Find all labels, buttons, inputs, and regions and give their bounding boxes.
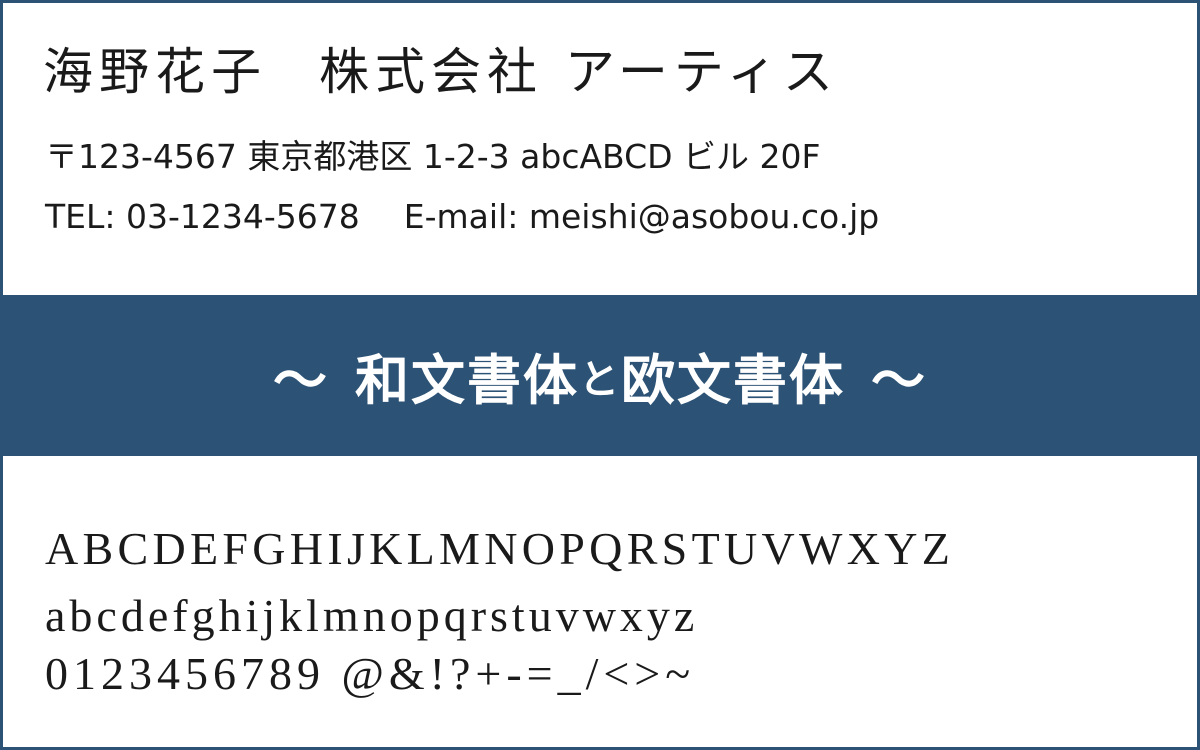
font-sample-card: 海野花子 株式会社 アーティス 〒123-4567 東京都港区 1-2-3 abc…: [0, 0, 1200, 750]
lowercase-sample: abcdefghijklmnopqrstuvwxyz: [45, 590, 699, 641]
uppercase-sample: ABCDEFGHIJKLMNOPQRSTUVWXYZ: [45, 523, 955, 574]
banner-title-japanese: 和文書体: [355, 349, 579, 412]
digits-symbols-sample: 0123456789 @&!?+-=_/<>~: [45, 648, 696, 699]
contact-line: TEL: 03-1234-5678 E-mail: meishi@asobou.c…: [45, 200, 879, 233]
name-line: 海野花子 株式会社 アーティス: [43, 47, 839, 97]
banner-title-western: 欧文書体: [621, 349, 845, 412]
banner-title: ～ 和文書体と欧文書体 ～: [3, 295, 1197, 456]
title-banner: ～ 和文書体と欧文書体 ～: [3, 295, 1197, 456]
person-name: 海野花子: [43, 43, 267, 101]
email: E-mail: meishi@asobou.co.jp: [403, 197, 880, 236]
wave-right: ～: [871, 349, 927, 412]
company-name: 株式会社 アーティス: [319, 43, 839, 101]
wave-left: ～: [273, 349, 329, 412]
telephone: TEL: 03-1234-5678: [45, 197, 360, 236]
banner-title-connector: と: [579, 356, 621, 403]
address-line: 〒123-4567 東京都港区 1-2-3 abcABCD ビル 20F: [45, 137, 821, 176]
business-card-sample: 海野花子 株式会社 アーティス 〒123-4567 東京都港区 1-2-3 abc…: [3, 3, 1197, 293]
western-font-sample: ABCDEFGHIJKLMNOPQRSTUVWXYZ abcdefghijklm…: [3, 456, 1197, 747]
